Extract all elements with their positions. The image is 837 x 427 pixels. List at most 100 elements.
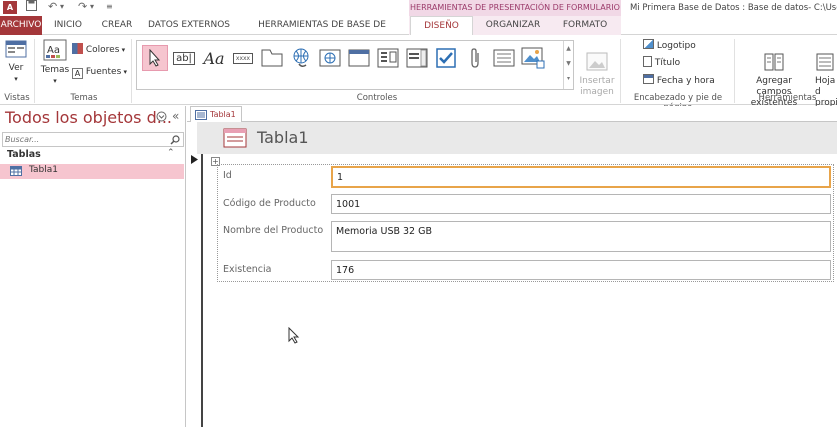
field-existencia[interactable]: 176 xyxy=(331,260,831,280)
gallery-up-icon[interactable]: ▲ xyxy=(564,41,573,56)
nav-search[interactable] xyxy=(2,132,184,147)
tab-inicio[interactable]: INICIO xyxy=(49,16,87,35)
colores-button[interactable]: Colores ▾ xyxy=(72,43,128,56)
calendar-icon xyxy=(643,74,654,84)
navigation-control-icon[interactable] xyxy=(346,45,372,71)
access-app-icon[interactable]: A xyxy=(3,1,17,14)
nav-header[interactable]: Todos los objetos d... « xyxy=(0,106,186,130)
web-browser-control-icon[interactable] xyxy=(317,45,343,71)
ribbon-tab-row: ARCHIVO INICIO CREAR DATOS EXTERNOS HERR… xyxy=(0,16,837,49)
add-fields-icon xyxy=(764,53,784,71)
label-control-icon[interactable]: Aa xyxy=(201,45,227,71)
fuentes-label: Fuentes xyxy=(85,67,122,77)
context-tools-header: HERRAMIENTAS DE PRESENTACIÓN DE FORMULAR… xyxy=(409,0,621,16)
image-control-icon[interactable] xyxy=(520,45,546,71)
record-selector[interactable] xyxy=(187,154,203,427)
tab-organizar[interactable]: ORGANIZAR xyxy=(479,16,547,35)
logotipo-button[interactable]: Logotipo xyxy=(643,39,723,52)
colores-label: Colores xyxy=(85,45,120,55)
title-icon xyxy=(643,56,652,67)
tab-control-icon[interactable] xyxy=(259,45,285,71)
checkbox-control-icon[interactable] xyxy=(433,45,459,71)
gallery-more-icon[interactable]: ▾ xyxy=(564,71,573,86)
nav-item-tabla1[interactable]: Tabla1 xyxy=(0,164,184,179)
tab-formato[interactable]: FORMATO xyxy=(553,16,617,35)
tab-diseno[interactable]: DISEÑO xyxy=(410,16,473,36)
button-control-icon[interactable]: xxxx xyxy=(230,45,256,71)
group-separator xyxy=(131,39,132,103)
logotipo-label: Logotipo xyxy=(656,41,696,51)
group-label-controles: Controles xyxy=(356,93,398,103)
fuentes-button[interactable]: A Fuentes ▾ xyxy=(72,67,128,79)
field-label-nombre: Nombre del Producto xyxy=(223,225,324,236)
temas-label: Temas xyxy=(40,65,70,75)
redo-dropdown-icon[interactable]: ▾ xyxy=(90,0,94,16)
title-bar: A ↶ ▾ ↷ ▾ ≡ HERRAMIENTAS DE PRESENTACIÓN… xyxy=(0,0,837,16)
fecha-hora-label: Fecha y hora xyxy=(656,76,715,86)
select-pointer-icon[interactable] xyxy=(142,45,168,71)
option-group-icon[interactable] xyxy=(375,45,401,71)
ver-dropdown-icon: ▾ xyxy=(14,75,18,83)
fecha-hora-button[interactable]: Fecha y hora xyxy=(643,74,723,87)
themes-icon: Aa xyxy=(43,39,67,61)
search-input[interactable] xyxy=(5,133,165,146)
temas-button[interactable]: Aa Temas ▾ xyxy=(40,39,70,87)
group-label-vistas: Vistas xyxy=(4,93,30,103)
collapse-section-icon[interactable]: ⌃ xyxy=(167,148,175,158)
group-label-herramientas: Herramientas xyxy=(758,93,817,103)
logo-icon xyxy=(643,39,654,49)
tab-herramientas-bd[interactable]: HERRAMIENTAS DE BASE DE DATOS xyxy=(242,16,402,49)
form-header-icon xyxy=(223,128,247,148)
form-layout: Id 1 Código de Producto 1001 Nombre del … xyxy=(217,164,834,282)
group-separator xyxy=(734,39,735,103)
titulo-button[interactable]: Título xyxy=(643,56,723,69)
redo-icon[interactable]: ↷ xyxy=(78,0,87,16)
button-control-text: xxxx xyxy=(232,52,254,64)
current-record-icon xyxy=(191,155,198,164)
navigation-pane: Todos los objetos d... « Tablas ⌃ Tabla1 xyxy=(0,106,186,427)
gallery-scrollbar[interactable]: ▲ ▼ ▾ xyxy=(563,41,573,89)
tab-datos-externos[interactable]: DATOS EXTERNOS xyxy=(146,16,232,35)
nav-menu-icon[interactable] xyxy=(156,111,167,125)
document-area: Tabla1 Tabla1 + Id 1 Código de Producto … xyxy=(187,106,837,427)
controls-gallery: ab| Aa xxxx ▲ ▼ ▾ xyxy=(136,40,574,90)
view-icon xyxy=(5,40,27,58)
field-id[interactable]: 1 xyxy=(331,166,831,188)
temas-dropdown-icon: ▾ xyxy=(53,77,57,85)
form-header[interactable]: Tabla1 xyxy=(197,122,837,154)
group-label-temas: Temas xyxy=(70,93,98,103)
textbox-control-icon[interactable]: ab| xyxy=(171,45,197,71)
undo-dropdown-icon[interactable]: ▾ xyxy=(60,0,64,16)
collapse-pane-icon[interactable]: « xyxy=(172,109,179,123)
search-icon[interactable] xyxy=(170,135,180,145)
nav-title[interactable]: Todos los objetos d... xyxy=(5,108,172,127)
form-icon xyxy=(195,110,207,120)
gallery-down-icon[interactable]: ▼ xyxy=(564,56,573,71)
tab-crear[interactable]: CREAR xyxy=(97,16,137,35)
doc-tab-tabla1[interactable]: Tabla1 xyxy=(190,106,242,122)
save-icon[interactable] xyxy=(26,0,37,16)
customize-qat-icon[interactable]: ≡ xyxy=(106,0,113,16)
group-separator xyxy=(34,39,35,103)
group-separator xyxy=(620,39,621,103)
window-title: Mi Primera Base de Datos : Base de datos… xyxy=(630,3,837,13)
nav-item-label: Tabla1 xyxy=(29,165,58,175)
textbox-control-text: ab| xyxy=(173,51,195,65)
field-codigo[interactable]: 1001 xyxy=(331,194,831,214)
titulo-label: Título xyxy=(654,58,681,68)
undo-icon[interactable]: ↶ xyxy=(48,0,57,16)
colors-icon xyxy=(72,43,83,54)
hyperlink-control-icon[interactable] xyxy=(288,45,314,71)
field-nombre[interactable]: Memoria USB 32 GB xyxy=(331,221,831,252)
field-label-existencia: Existencia xyxy=(223,264,272,275)
tab-archivo[interactable]: ARCHIVO xyxy=(0,16,42,35)
svg-text:Aa: Aa xyxy=(47,45,60,56)
field-label-id: Id xyxy=(223,170,232,181)
fonts-icon: A xyxy=(72,68,83,79)
listbox-control-icon[interactable] xyxy=(404,45,430,71)
ver-button[interactable]: Ver ▾ xyxy=(3,39,29,85)
attachment-control-icon[interactable] xyxy=(462,45,488,71)
nav-section-tablas[interactable]: Tablas ⌃ xyxy=(0,148,186,163)
form-title[interactable]: Tabla1 xyxy=(257,128,309,147)
subform-control-icon[interactable] xyxy=(491,45,517,71)
